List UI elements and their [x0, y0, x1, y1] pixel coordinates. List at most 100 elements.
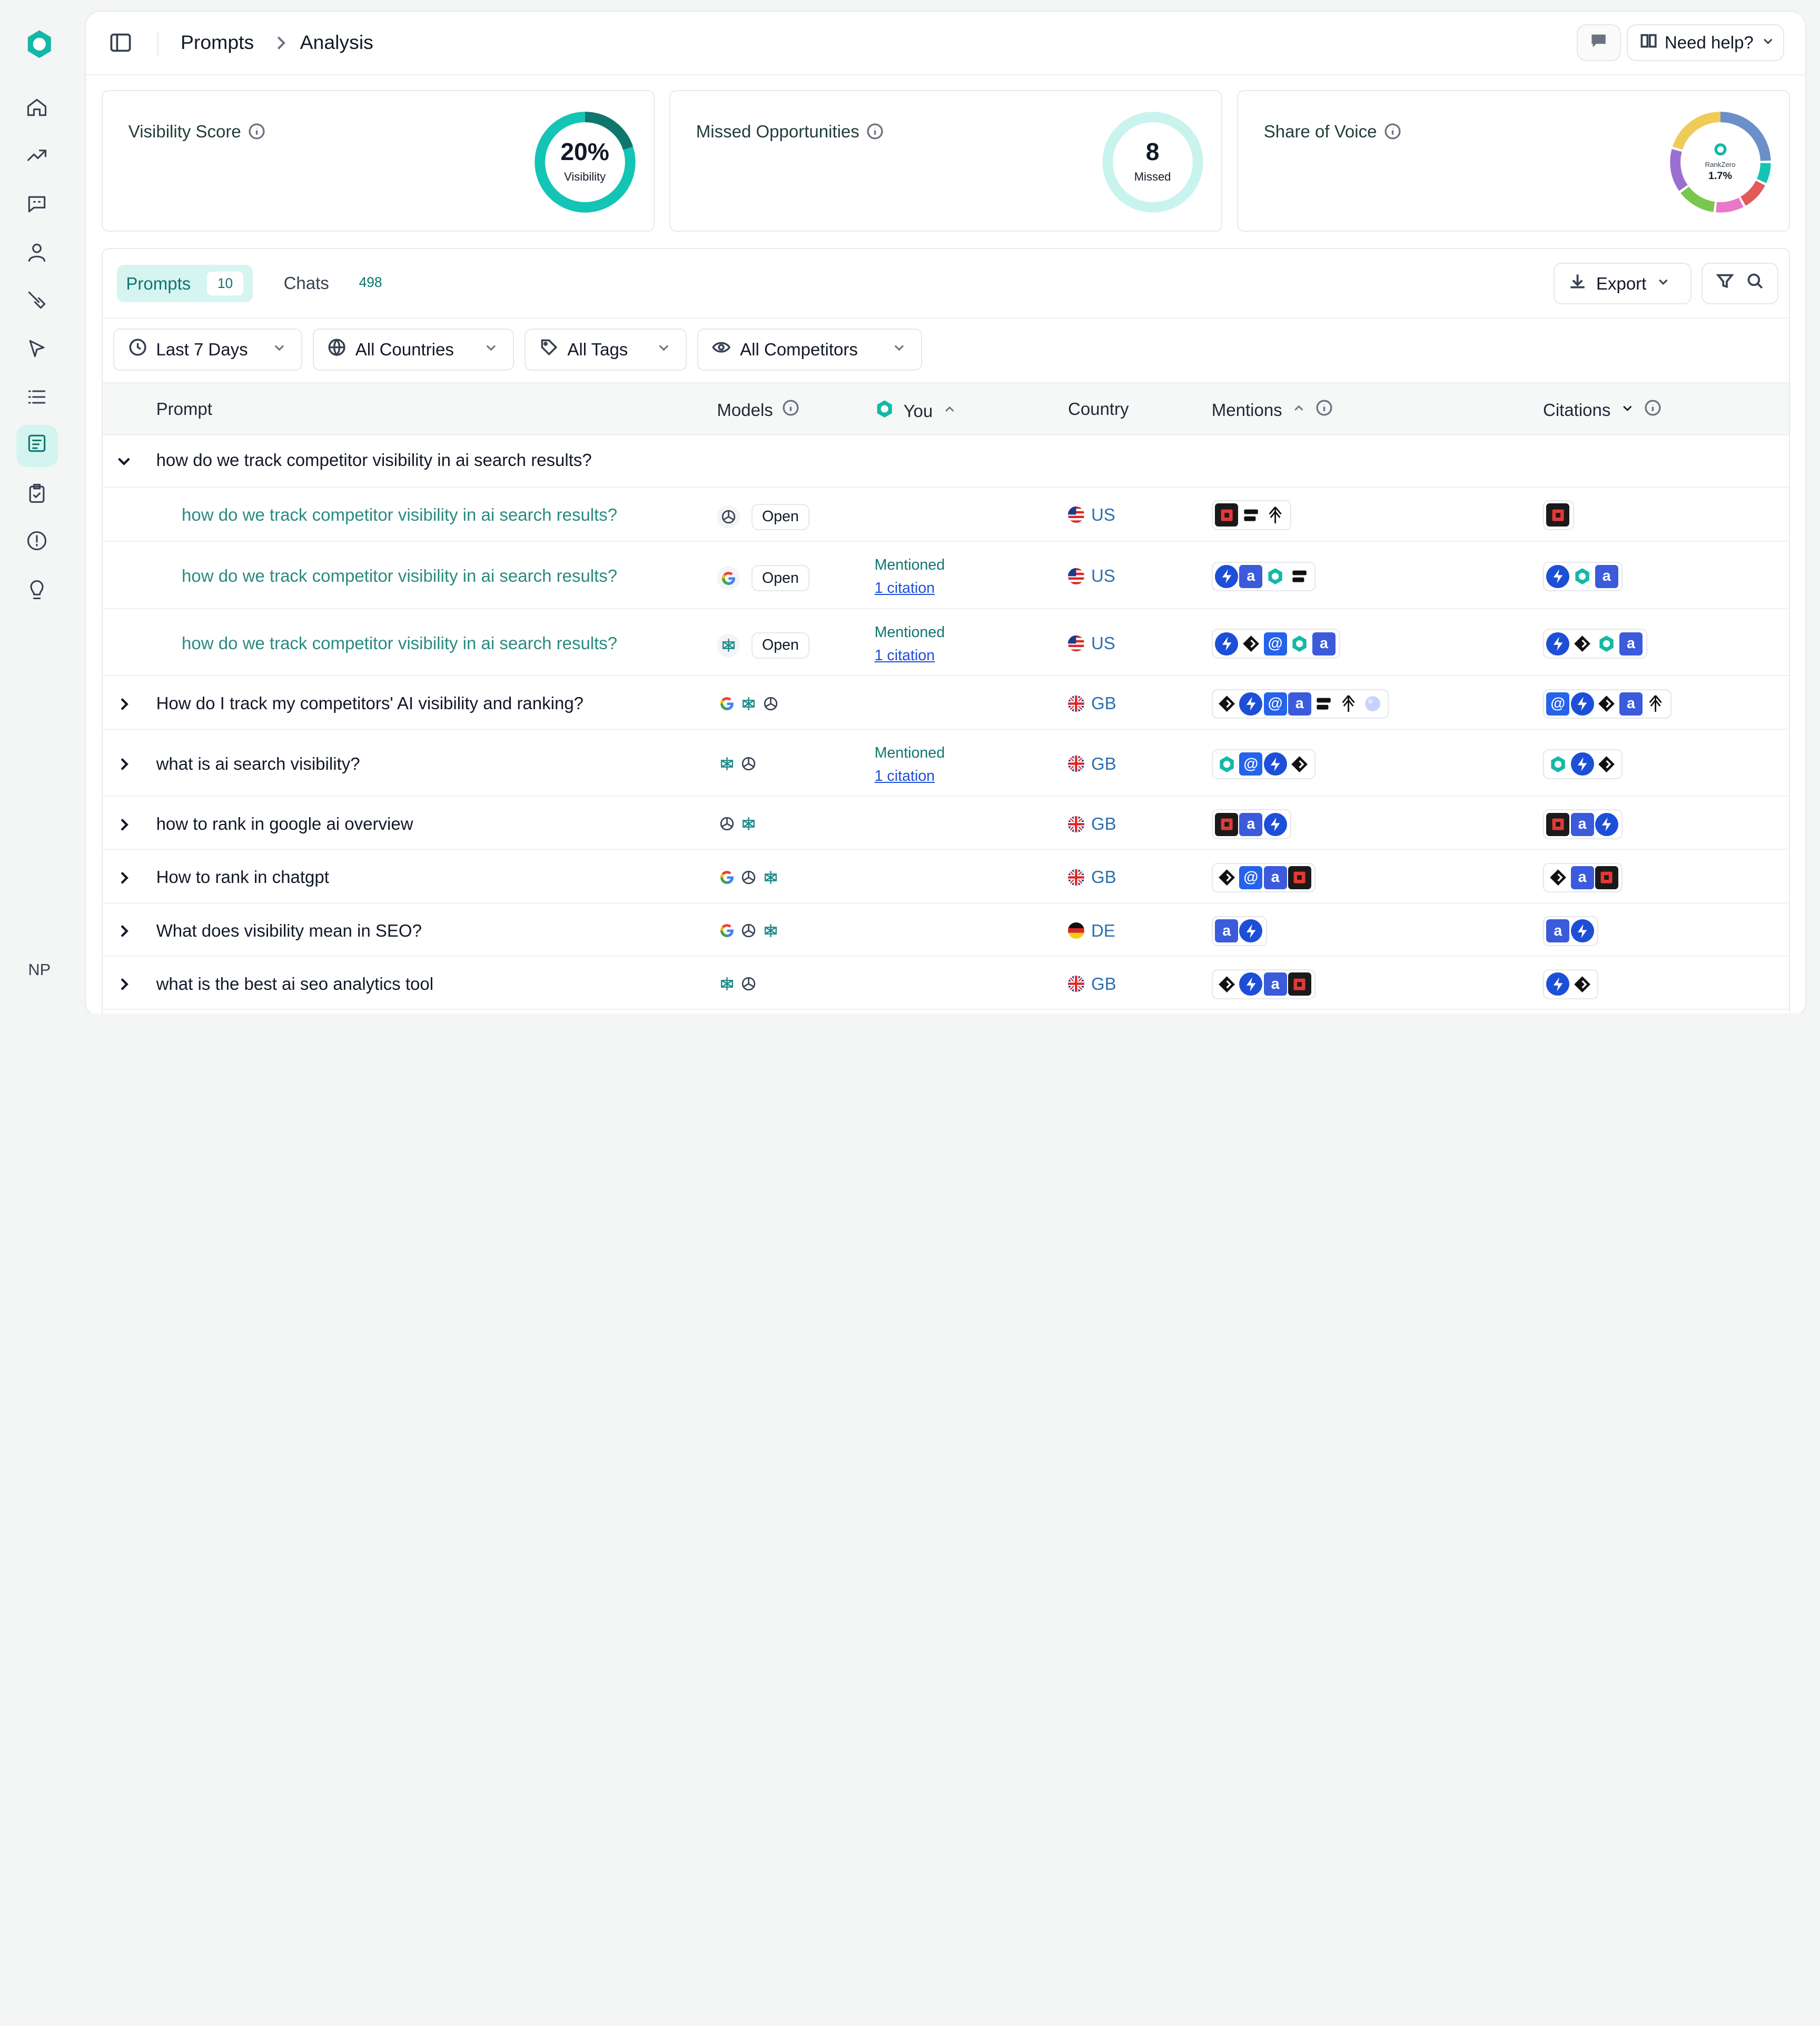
table-row[interactable]: How to rank in chatgpt GB @ a a — [103, 851, 1789, 903]
col-country[interactable]: Country — [1068, 399, 1129, 419]
chevron-right-icon[interactable] — [116, 756, 132, 772]
arrow-tree-icon[interactable] — [1644, 692, 1667, 716]
blue-bolt-icon[interactable] — [1595, 812, 1618, 836]
blue-a-icon[interactable]: a — [1570, 812, 1594, 836]
blue-bolt-icon[interactable] — [1215, 632, 1239, 656]
countries-filter[interactable]: All Countries — [312, 329, 515, 371]
black-diamond-icon[interactable] — [1215, 866, 1239, 889]
chevron-right-icon[interactable] — [116, 923, 132, 939]
table-row-child[interactable]: how do we track competitor visibility in… — [103, 610, 1789, 677]
filter-search-button[interactable] — [1702, 262, 1778, 305]
nav-users[interactable] — [16, 234, 58, 275]
blue-bolt-icon[interactable] — [1546, 972, 1570, 996]
teal-ring-icon[interactable] — [1546, 752, 1570, 776]
competitors-filter[interactable]: All Competitors — [697, 329, 922, 371]
info-icon[interactable] — [1384, 123, 1401, 140]
info-icon[interactable] — [248, 123, 265, 140]
filter-icon[interactable] — [1716, 272, 1734, 295]
blue-a-icon[interactable]: a — [1546, 919, 1570, 943]
blue-bolt-icon[interactable] — [1546, 632, 1570, 656]
open-button[interactable]: Open — [751, 503, 809, 530]
child-prompt-text[interactable]: how do we track competitor visibility in… — [182, 566, 617, 586]
open-button[interactable]: Open — [751, 565, 809, 592]
col-models[interactable]: Models — [717, 399, 799, 421]
nav-alerts[interactable] — [16, 522, 58, 564]
table-row[interactable]: what is the best ai seo analytics tool GB… — [103, 957, 1789, 1010]
black-diamond-icon[interactable] — [1288, 752, 1311, 776]
teal-ring-icon[interactable] — [1570, 564, 1594, 588]
table-row[interactable]: How do I track my competitors' AI visibi… — [103, 677, 1789, 730]
blue-bolt-icon[interactable] — [1546, 564, 1570, 588]
teal-ring-icon[interactable] — [1595, 632, 1618, 656]
blue-a-icon[interactable]: a — [1619, 692, 1643, 716]
black-diamond-icon[interactable] — [1570, 972, 1594, 996]
table-row[interactable]: how do we track competitor visibility in… — [103, 435, 1789, 488]
red-square-icon[interactable] — [1215, 503, 1239, 527]
tags-filter[interactable]: All Tags — [525, 329, 687, 371]
blue-at-icon[interactable]: @ — [1239, 866, 1263, 889]
nav-tasks[interactable] — [16, 475, 58, 517]
black-diamond-icon[interactable] — [1595, 692, 1618, 716]
blue-bolt-icon[interactable] — [1239, 919, 1263, 943]
sidebar-toggle-icon[interactable] — [109, 31, 132, 54]
open-button[interactable]: Open — [751, 632, 809, 659]
table-row-child[interactable]: how do we track competitor visibility in… — [103, 489, 1789, 542]
blue-a-icon[interactable]: a — [1263, 866, 1287, 889]
blue-bolt-icon[interactable] — [1263, 812, 1287, 836]
globe-grey-icon[interactable] — [1361, 692, 1384, 716]
info-icon[interactable] — [1644, 399, 1661, 421]
blue-bolt-icon[interactable] — [1263, 752, 1287, 776]
nav-analysis[interactable] — [16, 425, 58, 467]
blue-a-icon[interactable]: a — [1619, 632, 1643, 656]
feedback-button[interactable] — [1576, 24, 1621, 62]
red-square-icon[interactable] — [1546, 503, 1570, 527]
red-square-icon[interactable] — [1595, 866, 1618, 889]
black-bars-icon[interactable] — [1288, 564, 1311, 588]
nav-home[interactable] — [16, 89, 58, 131]
teal-ring-icon[interactable] — [1288, 632, 1311, 656]
search-icon[interactable] — [1746, 272, 1764, 295]
citation-link[interactable]: 1 citation — [875, 644, 945, 667]
chevron-right-icon[interactable] — [116, 817, 132, 833]
blue-a-icon[interactable]: a — [1288, 692, 1311, 716]
blue-at-icon[interactable]: @ — [1546, 692, 1570, 716]
citation-link[interactable]: 1 citation — [875, 577, 945, 600]
blue-a-icon[interactable]: a — [1312, 632, 1336, 656]
info-icon[interactable] — [866, 123, 884, 140]
teal-ring-icon[interactable] — [1215, 752, 1239, 776]
logo-icon[interactable] — [23, 28, 56, 61]
blue-at-icon[interactable]: @ — [1239, 752, 1263, 776]
black-diamond-icon[interactable] — [1215, 692, 1239, 716]
table-row-child[interactable]: how do we track competitor visibility in… — [103, 543, 1789, 609]
chevron-down-icon[interactable] — [116, 453, 132, 469]
export-button[interactable]: Export — [1553, 262, 1692, 305]
chevron-right-icon[interactable] — [116, 870, 132, 886]
arrow-tree-icon[interactable] — [1337, 692, 1360, 716]
black-diamond-icon[interactable] — [1239, 632, 1263, 656]
blue-bolt-icon[interactable] — [1215, 564, 1239, 588]
teal-ring-icon[interactable] — [1263, 564, 1287, 588]
nav-clicks[interactable] — [16, 330, 58, 372]
blue-a-icon[interactable]: a — [1263, 972, 1287, 996]
blue-bolt-icon[interactable] — [1239, 692, 1263, 716]
need-help-button[interactable]: Need help? — [1626, 24, 1784, 62]
table-row[interactable]: What does visibility mean in SEO? DE a a — [103, 904, 1789, 957]
black-diamond-icon[interactable] — [1546, 866, 1570, 889]
blue-a-icon[interactable]: a — [1215, 919, 1239, 943]
black-diamond-icon[interactable] — [1215, 972, 1239, 996]
col-citations[interactable]: Citations — [1543, 399, 1661, 421]
blue-bolt-icon[interactable] — [1570, 692, 1594, 716]
child-prompt-text[interactable]: how do we track competitor visibility in… — [182, 633, 617, 653]
col-prompt[interactable]: Prompt — [156, 399, 212, 419]
citation-link[interactable]: 1 citation — [875, 764, 945, 788]
tab-chats[interactable]: Chats — [284, 273, 329, 293]
table-row[interactable]: how to rank in google ai overview GB a a — [103, 798, 1789, 850]
blue-a-icon[interactable]: a — [1239, 564, 1263, 588]
black-diamond-icon[interactable] — [1595, 752, 1618, 776]
user-avatar[interactable]: NP — [21, 960, 58, 979]
arrow-tree-icon[interactable] — [1263, 503, 1287, 527]
black-bars-icon[interactable] — [1239, 503, 1263, 527]
col-mentions[interactable]: Mentions — [1212, 399, 1333, 421]
red-square-icon[interactable] — [1546, 812, 1570, 836]
nav-ideas[interactable] — [16, 571, 58, 613]
